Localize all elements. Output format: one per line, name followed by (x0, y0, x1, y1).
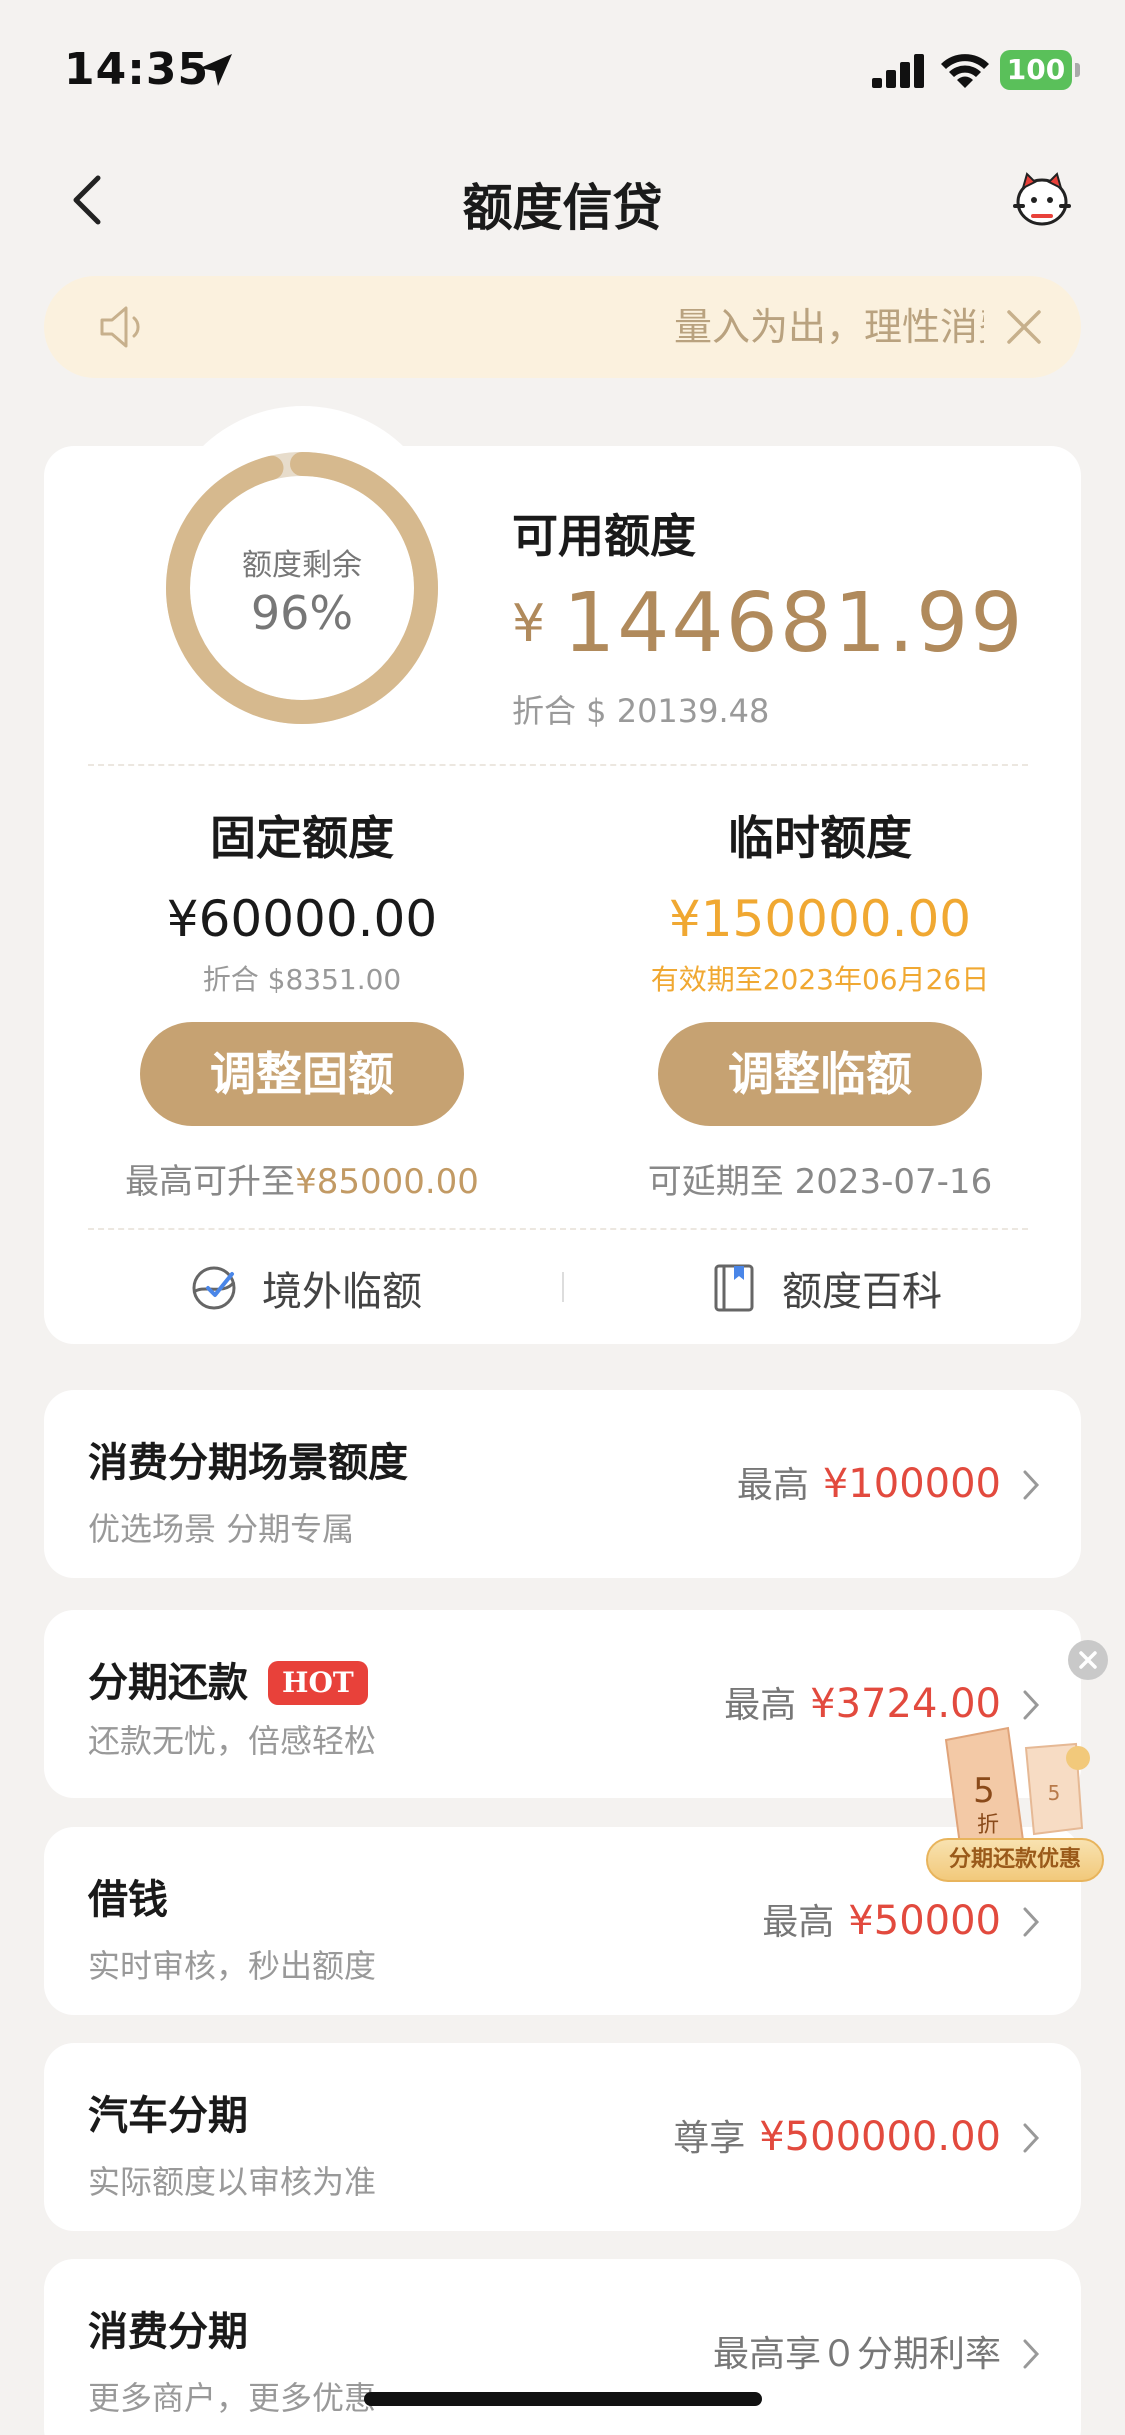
list-item-value: 最高 ¥100000 (736, 1461, 1001, 1507)
location-arrow-icon (200, 54, 232, 86)
list-item-consumer-installment[interactable]: 消费分期 更多商户，更多优惠 最高享０分期利率 (44, 2259, 1081, 2435)
promo-discount-value: 5 (973, 1771, 995, 1811)
status-time: 14:35 (64, 44, 210, 95)
list-item-subtitle: 优选场景 分期专属 (88, 1510, 355, 1548)
list-item-car-installment[interactable]: 汽车分期 实际额度以审核为准 尊享 ¥500000.00 (44, 2043, 1081, 2231)
close-icon (1079, 1651, 1097, 1669)
speaker-icon (100, 306, 140, 348)
list-item-title: 消费分期场景额度 (88, 1440, 408, 1486)
adjust-temp-limit-button[interactable]: 调整临额 (658, 1022, 982, 1126)
wifi-icon (941, 54, 989, 88)
globe-check-icon (192, 1266, 236, 1310)
list-item-value: 最高 ¥50000 (762, 1898, 1001, 1944)
list-item-subtitle: 还款无忧，倍感轻松 (88, 1722, 377, 1760)
available-limit-amount: ¥144681.99 (512, 576, 1025, 671)
list-item-title: 借钱 (88, 1877, 168, 1923)
notice-text: 量入为出，理性消费 (674, 305, 984, 349)
max-note-prefix: 最高可升至 (125, 1162, 296, 1202)
available-limit-label: 可用额度 (512, 509, 696, 563)
list-item-title: 分期还款 HOT (88, 1650, 368, 1708)
promo-label[interactable]: 分期还款优惠 (926, 1838, 1104, 1882)
list-item-title: 消费分期 (88, 2309, 248, 2355)
promo-discount-unit: 折 (977, 1813, 999, 1838)
svg-text:5: 5 (1048, 1781, 1061, 1805)
temp-limit-title: 临时额度 (728, 811, 912, 865)
list-item-subtitle: 实际额度以审核为准 (88, 2163, 377, 2201)
ring-percent: 96% (250, 586, 354, 640)
notice-banner: 量入为出，理性消费 (44, 276, 1081, 378)
chevron-right-icon (1023, 2123, 1040, 2153)
max-note-value: ¥85000.00 (295, 1162, 479, 1202)
divider (88, 1228, 1028, 1230)
quick-links: 境外临额 额度百科 (44, 1250, 1081, 1324)
fixed-limit-usd: 折合 $8351.00 (202, 963, 402, 996)
list-item-value: 尊享 ¥500000.00 (673, 2114, 1001, 2160)
overseas-limit-label: 境外临额 (262, 1269, 422, 1315)
chevron-right-icon (1023, 1907, 1040, 1937)
hot-badge: HOT (268, 1661, 368, 1705)
overseas-limit-link[interactable]: 境外临额 (188, 1258, 422, 1318)
link-separator (562, 1272, 564, 1302)
list-item-title: 汽车分期 (88, 2093, 248, 2139)
fixed-limit-title: 固定额度 (210, 811, 394, 865)
available-amount-value: 144681.99 (563, 576, 1025, 671)
fixed-limit-amount: ¥60000.00 (166, 890, 438, 948)
temp-limit-amount: ¥150000.00 (668, 890, 972, 948)
divider (88, 764, 1028, 766)
nav-bar: 额度信贷 (0, 140, 1125, 260)
adjust-fixed-limit-button[interactable]: 调整固额 (140, 1022, 464, 1126)
fixed-limit-column: 固定额度 ¥60000.00 折合 $8351.00 调整固额 最高可升至¥85… (102, 802, 502, 1203)
battery-indicator: 100 (1000, 50, 1080, 90)
page-title: 额度信贷 (462, 179, 663, 237)
limit-wiki-link[interactable]: 额度百科 (708, 1258, 942, 1318)
temp-limit-column: 临时额度 ¥150000.00 有效期至2023年06月26日 调整临额 可延期… (620, 802, 1020, 1203)
list-item-value: 最高享０分期利率 (712, 2334, 1001, 2375)
status-bar: 14:35 100 (0, 0, 1125, 140)
close-icon[interactable] (1003, 306, 1045, 348)
chevron-right-icon (1023, 1690, 1040, 1720)
chevron-right-icon (1023, 1470, 1040, 1500)
list-item-subtitle: 实时审核，秒出额度 (88, 1947, 377, 1985)
currency-symbol: ¥ (512, 594, 546, 654)
ring-label: 额度剩余 (242, 548, 362, 583)
limit-wiki-label: 额度百科 (782, 1269, 942, 1315)
book-icon (714, 1264, 754, 1312)
home-indicator (364, 2392, 762, 2406)
cellular-signal-icon (872, 54, 924, 88)
list-item-consumer-scene-limit[interactable]: 消费分期场景额度 优选场景 分期专属 最高 ¥100000 (44, 1390, 1081, 1578)
available-limit-usd: 折合 $ 20139.48 (512, 692, 770, 730)
fixed-limit-max-note: 最高可升至¥85000.00 (102, 1154, 502, 1203)
list-item-subtitle: 更多商户，更多优惠 (88, 2379, 377, 2417)
temp-limit-extend-note: 可延期至 2023-07-16 (647, 1162, 993, 1202)
mascot-service-icon[interactable] (1009, 166, 1075, 232)
temp-limit-validity: 有效期至2023年06月26日 (650, 963, 990, 996)
chevron-right-icon (1023, 2339, 1040, 2369)
promo-close-button[interactable] (1068, 1640, 1108, 1680)
